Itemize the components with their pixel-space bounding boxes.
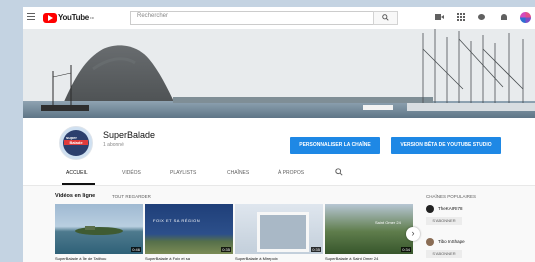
tab-about[interactable]: À PROPOS: [278, 170, 304, 176]
subscriber-count: 1 abonné: [103, 142, 124, 148]
channel-tabs: ACCUEIL VIDÉOS PLAYLISTS CHAÎNES À PROPO…: [23, 167, 535, 185]
channel-header: super Balade SuperBalade 1 abonné PERSON…: [23, 118, 535, 185]
tab-channels[interactable]: CHAÎNES: [227, 170, 249, 176]
channel-avatar-text-bottom: Balade: [64, 140, 88, 145]
featured-channels-title: CHAÎNES POPULAIRES: [426, 194, 477, 199]
video-upload-icon[interactable]: [435, 13, 444, 21]
channel-avatar[interactable]: [426, 205, 434, 213]
video-thumbnail[interactable]: FOIX ET SA RÉGION 0:35: [145, 204, 233, 254]
channel-avatar[interactable]: [426, 238, 434, 246]
video-title[interactable]: SuperBalade à Foix et sa: [145, 256, 233, 261]
subscribe-button[interactable]: S'ABONNER: [426, 217, 462, 225]
channel-name: SuperBalade: [103, 130, 156, 140]
framed-photo-image: [257, 212, 309, 252]
video-title[interactable]: SuperBalade à Mirepoix: [235, 256, 323, 261]
shelf-next-button[interactable]: ›: [406, 227, 420, 241]
uploads-title[interactable]: Vidéos en ligne: [55, 193, 95, 199]
tab-playlists[interactable]: PLAYLISTS: [170, 170, 196, 176]
divider: [23, 185, 535, 186]
tab-home[interactable]: ACCUEIL: [66, 170, 88, 176]
logo-country: FR: [89, 15, 94, 20]
play-logo-icon: [43, 12, 57, 23]
video-thumbnail[interactable]: 0:35: [235, 204, 323, 254]
featured-channel-name[interactable]: Tibo InShape: [438, 239, 465, 244]
youtube-window: YouTube FR Rechercher super Balade Super…: [23, 7, 535, 262]
menu-icon[interactable]: [27, 13, 35, 20]
featured-channel-name[interactable]: TheKAIRI78: [438, 206, 463, 211]
customize-channel-button[interactable]: PERSONNALISER LA CHAÎNE: [290, 137, 380, 154]
banner-image: [23, 29, 535, 118]
video-duration: 0:35: [221, 247, 231, 252]
island-thumbnail-image: [75, 226, 123, 235]
tab-videos[interactable]: VIDÉOS: [122, 170, 141, 176]
video-thumbnail[interactable]: Saint Omer 24 0:34: [325, 204, 413, 254]
logo-text: YouTube: [58, 13, 89, 22]
top-bar: YouTube FR Rechercher: [23, 7, 535, 29]
video-duration: 0:46: [131, 247, 141, 252]
video-shelf: 0:46 FOIX ET SA RÉGION 0:35 0:35 Saint O…: [55, 204, 415, 262]
channel-banner: [23, 29, 535, 118]
video-title[interactable]: SuperBalade à Île de Tatihou: [55, 256, 143, 261]
channel-avatar[interactable]: super Balade: [59, 126, 93, 160]
video-thumbnail[interactable]: 0:46: [55, 204, 143, 254]
video-duration: 0:34: [401, 247, 411, 252]
studio-beta-button[interactable]: VERSION BÊTA DE YOUTUBE STUDIO: [391, 137, 501, 154]
video-thumbnail-caption: FOIX ET SA RÉGION: [153, 218, 201, 223]
video-duration: 0:35: [311, 247, 321, 252]
play-all-link[interactable]: TOUT REGARDER: [112, 194, 151, 199]
apps-icon[interactable]: [457, 13, 466, 21]
channel-search-icon[interactable]: [335, 168, 343, 176]
notifications-icon[interactable]: [499, 13, 508, 21]
search-icon: [382, 14, 389, 21]
chevron-right-icon: ›: [411, 228, 415, 238]
subscribe-button[interactable]: S'ABONNER: [426, 250, 462, 258]
search-placeholder: Rechercher: [137, 13, 169, 19]
video-thumbnail-caption: Saint Omer 24: [375, 220, 401, 225]
video-title[interactable]: SuperBalade à Saint Omer 24: [325, 256, 413, 261]
youtube-logo[interactable]: YouTube FR: [43, 12, 94, 23]
account-avatar[interactable]: [520, 12, 531, 23]
messages-icon[interactable]: [478, 13, 487, 21]
search-input[interactable]: Rechercher: [130, 11, 374, 25]
search-button[interactable]: [373, 11, 398, 25]
